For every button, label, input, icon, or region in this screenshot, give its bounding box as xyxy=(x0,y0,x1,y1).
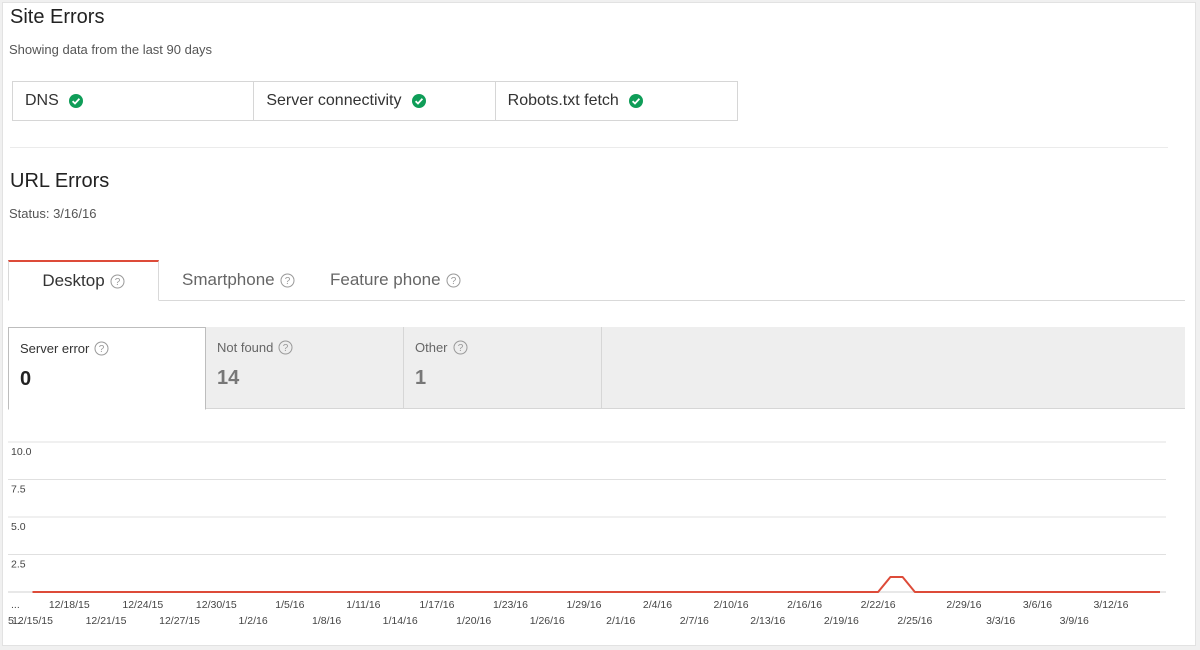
tab-feature-phone[interactable]: Feature phone ? xyxy=(330,260,461,300)
metric-value: 14 xyxy=(217,367,240,389)
url-errors-status: Status: 3/16/16 xyxy=(9,206,97,221)
check-circle-icon xyxy=(411,94,426,108)
series-line xyxy=(32,576,1160,593)
metric-other[interactable]: Other ? 1 xyxy=(404,327,602,409)
svg-text:?: ? xyxy=(114,277,120,288)
help-icon[interactable]: ? xyxy=(453,340,468,355)
x-tick-label: 3/15... xyxy=(8,615,23,627)
metric-label-row: Not found ? xyxy=(217,340,403,355)
x-tick-label: 1/2/16 xyxy=(239,615,268,627)
metric-label-row: Other ? xyxy=(415,340,601,355)
svg-text:?: ? xyxy=(284,276,290,287)
svg-text:?: ? xyxy=(457,343,463,354)
x-tick-label: 1/11/16 xyxy=(346,599,380,611)
status-label: Robots.txt fetch xyxy=(507,92,619,109)
device-tabs: Desktop ? Smartphone ? Feature phone ? xyxy=(8,260,1185,301)
x-tick-label: 1/8/16 xyxy=(312,615,341,627)
help-icon[interactable]: ? xyxy=(446,273,461,288)
metric-not-found[interactable]: Not found ? 14 xyxy=(206,327,404,409)
error-type-selector: Server error ? 0 Not found ? 14 Other ? … xyxy=(8,327,1185,410)
x-tick-label: 2/13/16 xyxy=(750,615,785,627)
help-icon[interactable]: ? xyxy=(110,274,125,289)
tab-desktop[interactable]: Desktop ? xyxy=(8,260,159,301)
section-divider xyxy=(10,147,1168,148)
x-tick-label: 2/25/16 xyxy=(897,615,932,627)
metric-value: 0 xyxy=(20,368,32,390)
x-tick-label: 1/14/16 xyxy=(383,615,418,627)
site-errors-title: Site Errors xyxy=(10,6,105,28)
x-tick-label: 12/18/15 xyxy=(49,599,90,611)
x-tick-label: 2/19/16 xyxy=(824,615,859,627)
y-tick-label: 2.5 xyxy=(11,559,26,571)
svg-text:?: ? xyxy=(450,276,456,287)
status-robots-fetch: Robots.txt fetch xyxy=(496,82,737,120)
x-tick-label: 1/26/16 xyxy=(530,615,565,627)
tab-smartphone[interactable]: Smartphone ? xyxy=(182,260,295,300)
x-tick-label: 3/12/16 xyxy=(1093,599,1128,611)
x-tick-label: 12/30/15 xyxy=(196,599,237,611)
x-tick-label: 3/3/16 xyxy=(986,615,1015,627)
check-circle-icon xyxy=(68,94,83,108)
x-tick-label: 3/9/16 xyxy=(1060,615,1089,627)
status-dns: DNS xyxy=(13,82,255,120)
x-tick-label: 2/1/16 xyxy=(606,615,635,627)
metric-label: Server error xyxy=(20,341,90,356)
site-status-row: DNS Server connectivity Robots.txt fetch xyxy=(12,81,738,121)
metric-label: Not found xyxy=(217,340,274,355)
status-label: DNS xyxy=(25,92,59,109)
x-tick-label: 3/6/16 xyxy=(1023,599,1052,611)
x-tick-label: 12/21/15 xyxy=(86,615,127,627)
metric-label-row: Server error ? xyxy=(20,341,205,356)
metric-value: 1 xyxy=(415,367,427,389)
x-tick-label: 12/27/15 xyxy=(159,615,200,627)
x-tick-label: 1/29/16 xyxy=(566,599,601,611)
x-tick-label: 1/5/16 xyxy=(275,599,304,611)
url-errors-chart: 10.0 7.5 5.0 2.5... 12/18/15 12/24/15 12/30/15… xyxy=(8,441,1166,627)
x-tick-label: 2/29/16 xyxy=(946,599,981,611)
metric-label: Other xyxy=(415,340,448,355)
url-errors-title: URL Errors xyxy=(10,170,110,192)
help-icon[interactable]: ? xyxy=(94,341,109,356)
x-tick-label: 2/22/16 xyxy=(861,599,896,611)
svg-text:?: ? xyxy=(283,343,289,354)
x-tick-label: ... xyxy=(11,599,20,611)
tab-label: Smartphone xyxy=(182,270,275,289)
tab-label: Feature phone xyxy=(330,270,441,289)
tab-label: Desktop xyxy=(42,271,105,290)
y-tick-label: 5.0 xyxy=(11,521,26,533)
x-tick-label: 2/4/16 xyxy=(643,599,672,611)
metric-server-error[interactable]: Server error ? 0 xyxy=(8,327,206,410)
y-tick-label: 10.0 xyxy=(11,446,32,458)
x-tick-label: 2/10/16 xyxy=(714,599,749,611)
x-tick-label: 2/7/16 xyxy=(680,615,709,627)
help-icon[interactable]: ? xyxy=(278,340,293,355)
x-tick-label: 1/17/16 xyxy=(419,599,454,611)
y-tick-label: 7.5 xyxy=(11,484,26,496)
status-server-connectivity: Server connectivity xyxy=(254,82,496,120)
check-circle-icon xyxy=(628,94,643,108)
x-tick-label: 2/16/16 xyxy=(787,599,822,611)
status-label: Server connectivity xyxy=(266,92,402,109)
x-tick-label: 1/23/16 xyxy=(493,599,528,611)
x-tick-label: 1/20/16 xyxy=(456,615,491,627)
x-tick-label: 12/24/15 xyxy=(122,599,163,611)
site-errors-subtitle: Showing data from the last 90 days xyxy=(9,42,213,57)
svg-text:?: ? xyxy=(99,344,105,355)
help-icon[interactable]: ? xyxy=(280,273,295,288)
